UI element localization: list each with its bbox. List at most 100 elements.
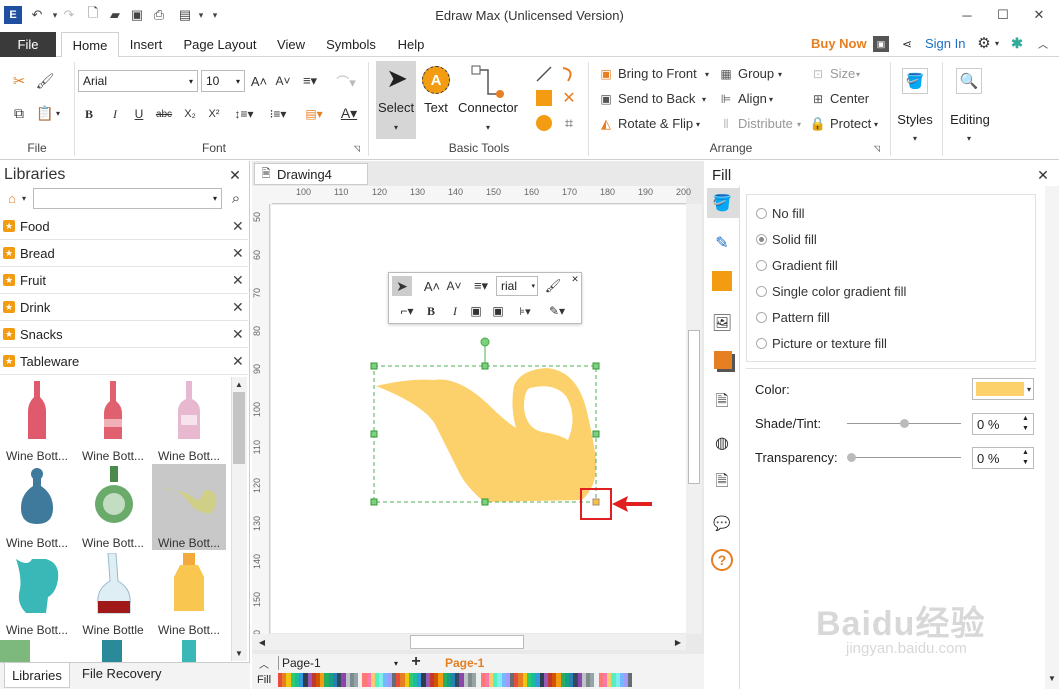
resize-handle[interactable] [370, 498, 378, 506]
fill-option-label[interactable]: Solid fill [772, 232, 817, 247]
chevron-down-icon[interactable]: ▾ [795, 119, 803, 129]
help-icon[interactable]: ? [711, 549, 733, 571]
sign-in-link[interactable]: Sign In [925, 36, 965, 51]
library-shape-wine-bottle[interactable]: Wine Bott... [76, 464, 150, 550]
paste-dropdown-icon[interactable]: ▾ [54, 108, 62, 118]
line-style-icon[interactable]: ✎ [710, 231, 734, 255]
scroll-up-icon[interactable]: ▲ [232, 378, 246, 390]
transparency-slider-track[interactable] [847, 457, 961, 458]
fill-option-radio[interactable] [756, 234, 767, 245]
minimize-button[interactable]: ─ [952, 4, 982, 26]
library-shape-wine-bottle[interactable]: Wine Bottle [76, 551, 150, 637]
shrink-font-icon[interactable]: A˅ [446, 278, 462, 294]
rotate-flip-button[interactable]: Rotate & Flip [618, 116, 693, 131]
chevron-down-icon[interactable]: ▾ [694, 119, 702, 129]
fill-option-radio[interactable] [756, 260, 767, 271]
vertical-scroll-thumb[interactable] [688, 330, 700, 484]
buy-now-link[interactable]: Buy Now [811, 36, 867, 51]
shadow-icon[interactable] [712, 271, 732, 291]
text-highlight-icon[interactable]: ▤▾ [300, 106, 328, 122]
library-shape-wine-bottle-selected[interactable]: Wine Bott... [152, 464, 226, 550]
library-shape-wine-bottle[interactable]: Wine Bott... [0, 464, 74, 550]
library-category-fruit[interactable]: ★ Fruit ✕ [0, 268, 248, 294]
editing-search-icon[interactable]: 🔍 [956, 68, 982, 94]
chevron-down-icon[interactable]: ▾ [964, 133, 974, 143]
resize-handle[interactable] [481, 498, 489, 506]
italic-icon[interactable]: I [448, 303, 462, 319]
distribute-button[interactable]: Distribute [738, 116, 793, 131]
grow-font-icon[interactable]: A˄ [424, 278, 440, 294]
library-category-snacks[interactable]: ★ Snacks ✕ [0, 322, 248, 348]
customize-qat-icon[interactable]: ▾ [206, 6, 224, 24]
store-icon[interactable]: ▣ [873, 36, 889, 52]
arrange-dialog-launcher-icon[interactable]: ◹ [872, 143, 882, 153]
resize-handle[interactable] [370, 430, 378, 438]
tab-view[interactable]: View [270, 32, 312, 57]
bring-front-icon[interactable]: ▣ [468, 303, 484, 319]
group-button[interactable]: Group [738, 66, 774, 81]
spinner-arrows-icon[interactable]: ▲ ▼ [1022, 414, 1029, 434]
bullets-icon[interactable]: ⁝≡▾ [264, 106, 292, 122]
horizontal-scroll-thumb[interactable] [410, 635, 524, 649]
collapse-ribbon-icon[interactable]: ︿ [1035, 35, 1051, 51]
size-button[interactable]: Size [830, 66, 855, 81]
print-icon[interactable]: ⎙ [150, 6, 168, 24]
file-menu[interactable]: File [0, 32, 56, 57]
libraries-scroll-thumb[interactable] [233, 392, 245, 464]
tab-insert[interactable]: Insert [121, 32, 171, 57]
add-page-icon[interactable]: + [408, 653, 424, 670]
resize-handle[interactable] [592, 362, 600, 370]
line-tool-icon[interactable] [534, 64, 554, 84]
library-shape-partial[interactable] [102, 640, 122, 662]
close-fill-panel-icon[interactable]: ✕ [1036, 167, 1050, 183]
redo-icon[interactable]: ↷ [60, 6, 78, 24]
close-icon[interactable]: ✕ [232, 326, 244, 343]
close-icon[interactable]: ✕ [232, 353, 244, 370]
chevron-down-icon[interactable]: ▾ [767, 94, 775, 104]
font-name-select[interactable]: Arial ▾ [78, 70, 198, 92]
fill-panel-scrollbar[interactable] [1045, 186, 1059, 689]
text-tool-label[interactable]: Text [418, 100, 454, 115]
library-category-tableware[interactable]: ★ Tableware ✕ [0, 349, 248, 375]
tab-libraries[interactable]: Libraries [4, 663, 70, 688]
rectangle-tool-icon[interactable] [536, 90, 552, 106]
resize-handle[interactable] [481, 362, 489, 370]
send-back-icon[interactable]: ▣ [490, 303, 506, 319]
superscript-icon[interactable]: X² [206, 106, 222, 122]
globe-icon[interactable]: ◍ [710, 431, 734, 455]
save-icon[interactable]: ▣ [128, 6, 146, 24]
line-color-icon[interactable]: ✎▾ [544, 303, 570, 319]
library-category-bread[interactable]: ★ Bread ✕ [0, 241, 248, 267]
maximize-button[interactable]: ☐ [988, 4, 1018, 26]
bold-icon[interactable]: B [424, 303, 438, 319]
image-icon[interactable]: 🖼 [710, 311, 734, 335]
rotate-handle[interactable] [480, 337, 490, 347]
styles-bucket-icon[interactable]: 🪣 [902, 68, 928, 94]
fill-option-label[interactable]: Gradient fill [772, 258, 838, 273]
cross-tool-icon[interactable]: ✕ [560, 89, 578, 107]
scroll-down-icon[interactable]: ▼ [232, 647, 246, 659]
share-icon[interactable]: ⋖ [899, 36, 915, 52]
tab-home[interactable]: Home [61, 32, 119, 58]
chevron-down-icon[interactable]: ▾ [1025, 384, 1033, 394]
open-folder-icon[interactable]: ▰ [106, 6, 124, 24]
home-icon[interactable]: ⌂ [4, 190, 20, 206]
transparency-slider-thumb[interactable] [847, 453, 856, 462]
close-icon[interactable]: ✕ [232, 218, 244, 235]
fill-option-label[interactable]: Picture or texture fill [772, 336, 887, 351]
fill-option-radio[interactable] [756, 338, 767, 349]
attachment-icon[interactable]: 🗎 [710, 471, 734, 495]
editing-button[interactable]: Editing [946, 112, 994, 127]
resize-handle[interactable] [592, 430, 600, 438]
italic-icon[interactable]: I [108, 106, 122, 122]
chevron-down-icon[interactable]: ▾ [20, 194, 28, 203]
strikethrough-icon[interactable]: abc [154, 106, 174, 122]
close-libraries-icon[interactable]: ✕ [228, 167, 242, 183]
scroll-right-icon[interactable]: ▶ [672, 636, 684, 648]
fill-option-label[interactable]: No fill [772, 206, 805, 221]
protect-button[interactable]: Protect [830, 116, 871, 131]
close-icon[interactable]: ✕ [570, 274, 580, 284]
tab-help[interactable]: Help [390, 32, 432, 57]
subscript-icon[interactable]: X₂ [182, 106, 198, 122]
format-painter-icon[interactable]: 🖌 [35, 72, 54, 90]
